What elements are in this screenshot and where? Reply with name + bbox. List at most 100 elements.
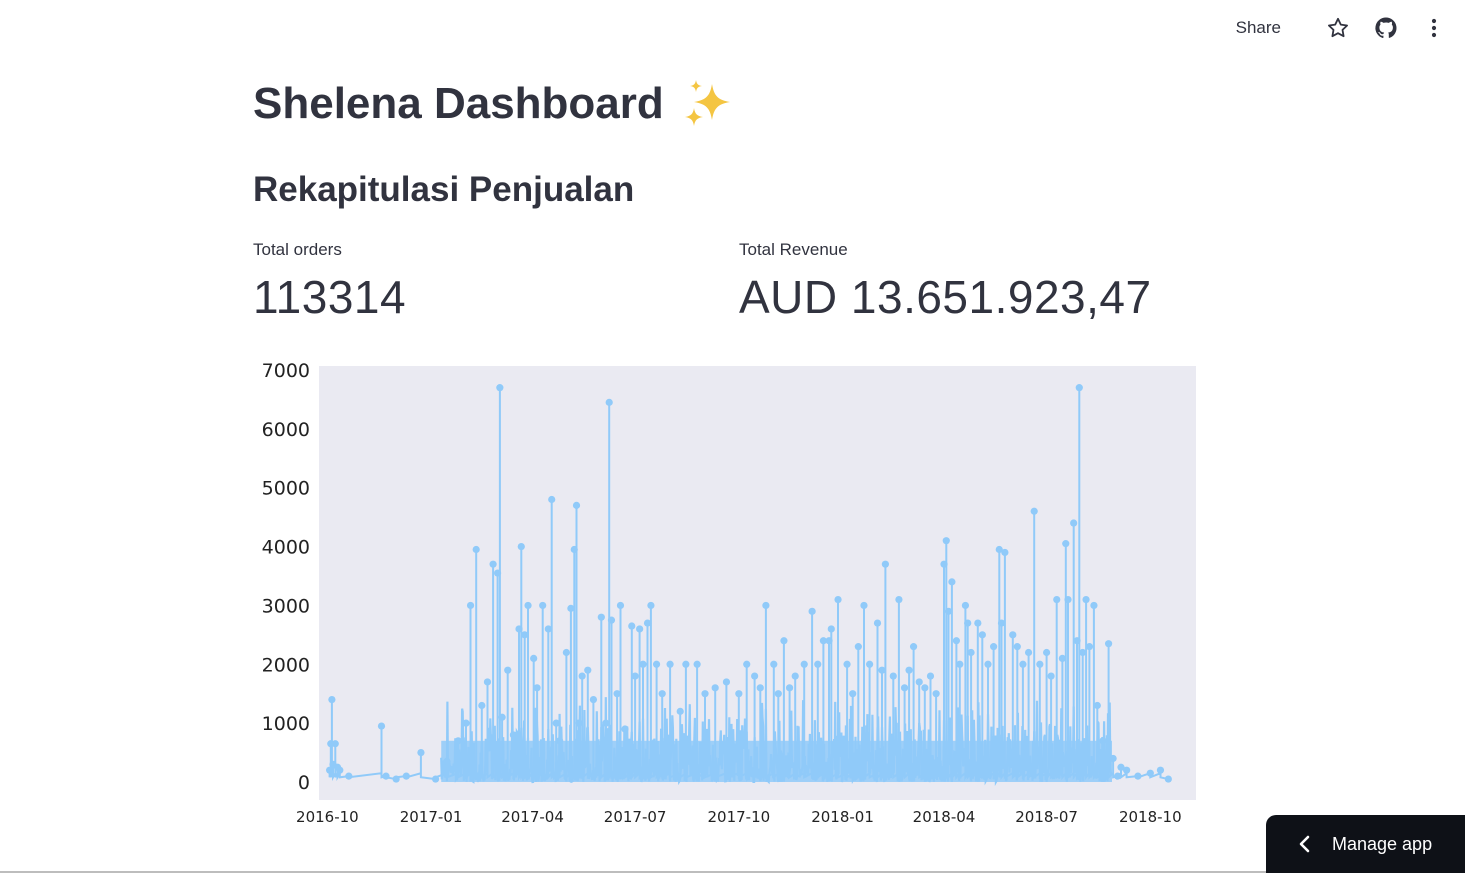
data-point (693, 660, 701, 668)
data-point (521, 631, 529, 639)
data-point (956, 660, 964, 668)
data-point (570, 545, 578, 554)
x-tick-label: 2018-01 (811, 808, 874, 826)
data-point (562, 648, 570, 657)
data-point (964, 619, 972, 627)
data-point (940, 560, 948, 568)
y-tick-label: 7000 (262, 360, 310, 382)
data-point (331, 740, 339, 748)
data-point (345, 772, 353, 780)
data-point (1085, 643, 1094, 651)
data-point (990, 643, 998, 651)
data-point (967, 648, 975, 657)
data-point (1104, 640, 1113, 648)
data-point (666, 660, 674, 668)
data-point (1146, 769, 1154, 777)
data-point (605, 398, 613, 406)
data-point (382, 772, 390, 780)
data-point (932, 690, 940, 698)
data-point (417, 748, 425, 757)
data-point (785, 684, 794, 692)
data-point (827, 625, 835, 633)
manage-app-label: Manage app (1332, 833, 1433, 854)
data-point (735, 690, 743, 698)
data-point (504, 666, 512, 674)
data-point (1047, 672, 1055, 680)
metric-total-orders: Total orders 113314 (253, 240, 406, 324)
data-point (978, 631, 986, 639)
data-point (1024, 648, 1033, 657)
data-point (1053, 595, 1061, 604)
x-tick-label: 2016-10 (296, 808, 359, 826)
section-title: Rekapitulasi Penjualan (253, 170, 635, 209)
data-point (921, 684, 929, 692)
data-point (602, 719, 610, 727)
data-point (607, 616, 616, 624)
data-point (432, 775, 440, 783)
data-point (472, 545, 480, 554)
manage-app-button[interactable]: Manage app (1266, 815, 1465, 873)
data-point (944, 607, 953, 615)
data-point (631, 672, 639, 680)
data-point (1164, 775, 1172, 783)
data-point (613, 690, 621, 698)
data-point (1123, 766, 1131, 774)
metric-value: AUD 13.651.923,47 (739, 271, 1152, 323)
metric-value: 113314 (253, 271, 407, 323)
y-tick-label: 5000 (262, 478, 310, 500)
data-point (443, 757, 451, 765)
data-point (548, 495, 556, 504)
data-point (926, 672, 935, 680)
data-point (895, 595, 903, 604)
data-point (849, 690, 857, 698)
page-title-text: Shelena Dashboard (253, 79, 664, 128)
data-point (974, 619, 982, 627)
data-point (336, 766, 344, 774)
data-point (905, 666, 913, 674)
data-point (552, 719, 560, 727)
y-tick-label: 1000 (262, 713, 310, 735)
data-point (402, 772, 410, 780)
share-button[interactable]: Share (1224, 12, 1293, 44)
star-icon[interactable] (1321, 11, 1355, 45)
data-point (860, 601, 868, 610)
data-point (942, 537, 950, 545)
orders-line-chart: 0 1000 2000 3000 4000 5000 6000 7000 2016-10 2017… (253, 355, 1203, 835)
data-point (814, 660, 822, 668)
data-point (866, 660, 874, 668)
data-point (1093, 701, 1101, 710)
data-point (900, 684, 909, 692)
data-point (915, 678, 923, 686)
data-point (873, 619, 882, 627)
data-point (524, 601, 532, 610)
data-point (751, 672, 759, 680)
data-point (643, 619, 652, 627)
data-point (530, 654, 538, 662)
metric-label: Total Revenue (739, 240, 848, 259)
data-point (462, 719, 470, 727)
data-point (572, 501, 581, 509)
data-point (636, 625, 644, 633)
data-point (517, 542, 525, 551)
data-point (711, 684, 719, 692)
data-point (774, 690, 782, 698)
data-point (1109, 754, 1117, 763)
github-icon[interactable] (1369, 11, 1403, 45)
data-point (780, 637, 788, 645)
data-point (791, 672, 799, 680)
data-point (377, 722, 386, 730)
data-point (466, 601, 475, 610)
data-point (1075, 384, 1083, 392)
data-point (800, 660, 808, 668)
data-point (515, 625, 523, 633)
data-point (997, 619, 1006, 627)
data-point (948, 578, 956, 586)
data-point (1058, 654, 1066, 662)
data-point (621, 725, 629, 733)
data-point (1070, 519, 1078, 527)
more-vertical-icon[interactable] (1417, 11, 1451, 45)
data-point (1079, 648, 1087, 657)
data-point (1090, 601, 1098, 610)
data-point (589, 696, 598, 704)
data-point (1073, 637, 1081, 645)
